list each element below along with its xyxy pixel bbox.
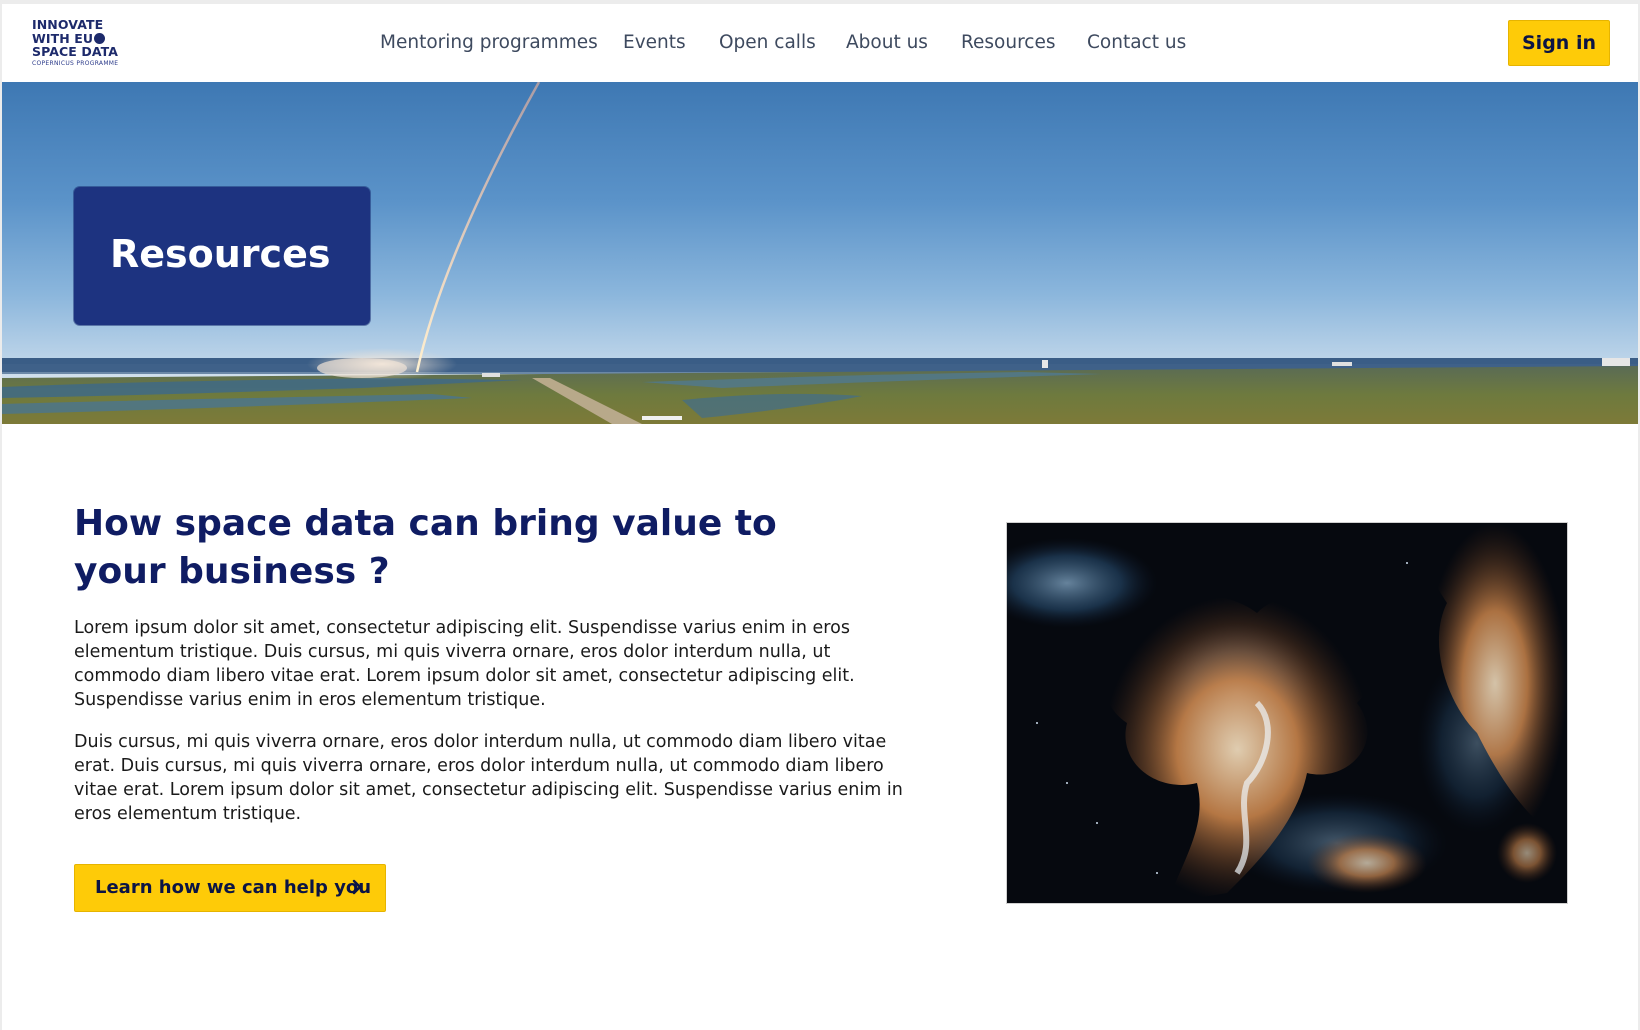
hero-title-card: Resources — [74, 187, 370, 325]
logo-line-3: SPACE DATA — [32, 44, 119, 59]
body-paragraph-2: Duis cursus, mi quis viverra ornare, ero… — [74, 732, 903, 824]
globe-icon — [94, 32, 106, 44]
logo-line-1: INNOVATE — [32, 17, 104, 32]
page-title: Resources — [110, 232, 331, 276]
logo-line-4: COPERNICUS PROGRAMME — [32, 59, 119, 67]
body-paragraph-1: Lorem ipsum dolor sit amet, consectetur … — [74, 618, 855, 710]
nav-item-events[interactable]: Events — [623, 32, 686, 53]
page: INNOVATE WITH EU SPACE DATA COPERNICUS P… — [2, 4, 1638, 1030]
brand-logo[interactable]: INNOVATE WITH EU SPACE DATA COPERNICUS P… — [32, 18, 162, 70]
satellite-image-art — [1007, 523, 1567, 903]
satellite-imagery — [1006, 522, 1568, 904]
hero-banner: Resources — [2, 82, 1638, 424]
chevron-right-icon — [352, 879, 362, 895]
nav-item-resources[interactable]: Resources — [961, 32, 1055, 53]
section-headline: How space data can bring value to your b… — [74, 503, 777, 592]
sign-in-button[interactable]: Sign in — [1508, 20, 1610, 66]
nav-item-mentoring-programmes[interactable]: Mentoring programmes — [380, 32, 598, 53]
nav-item-about-us[interactable]: About us — [846, 32, 928, 53]
site-header: INNOVATE WITH EU SPACE DATA COPERNICUS P… — [2, 4, 1638, 83]
learn-more-label: Learn how we can help you — [95, 877, 372, 898]
nav-item-open-calls[interactable]: Open calls — [719, 32, 816, 53]
learn-more-button[interactable]: Learn how we can help you — [74, 864, 386, 912]
nav-item-contact-us[interactable]: Contact us — [1087, 32, 1186, 53]
